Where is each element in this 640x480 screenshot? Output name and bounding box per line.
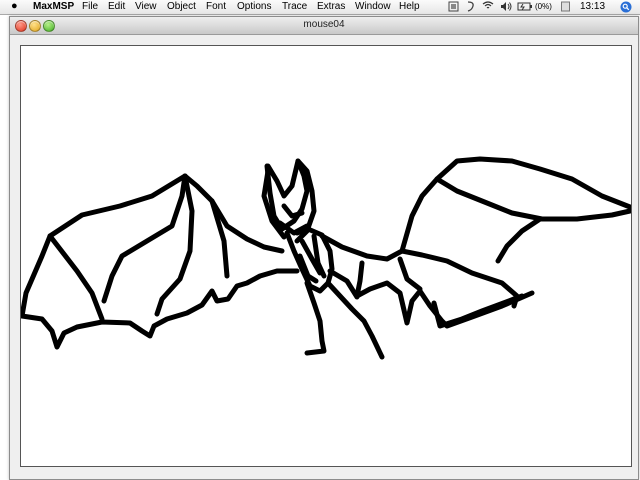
menu-extras[interactable]: Extras xyxy=(317,1,345,13)
patcher-window: mouse04 xyxy=(9,16,639,480)
menu-view[interactable]: View xyxy=(135,1,157,13)
drawing-canvas[interactable] xyxy=(20,45,632,467)
clock[interactable]: 13:13 xyxy=(580,1,605,13)
menu-trace[interactable]: Trace xyxy=(282,1,307,13)
right-wing-edge xyxy=(319,156,631,262)
window-icon[interactable] xyxy=(448,1,459,16)
right-wing-bone-4 xyxy=(397,256,423,292)
left-wing-bone-2 xyxy=(101,173,188,304)
menu-file[interactable]: File xyxy=(82,1,98,13)
menu-help[interactable]: Help xyxy=(399,1,420,13)
right-wing-lower-edge xyxy=(431,293,525,329)
left-wing-edge xyxy=(21,173,285,319)
right-wing-bottom xyxy=(354,260,535,329)
left-wing-bone-3 xyxy=(154,173,195,317)
left-leg xyxy=(304,280,327,356)
menu-edit[interactable]: Edit xyxy=(108,1,125,13)
left-wing-bone-1 xyxy=(47,233,105,322)
title-bar[interactable]: mouse04 xyxy=(10,17,638,35)
menu-bar:  ● MaxMSP File Edit View Object Font Op… xyxy=(0,0,640,15)
battery-percent: (0%) xyxy=(535,2,552,11)
menu-window[interactable]: Window xyxy=(355,1,391,13)
battery-icon[interactable] xyxy=(517,1,533,16)
right-wing-bone-3 xyxy=(495,216,543,264)
input-menu-icon[interactable] xyxy=(561,1,570,16)
volume-icon[interactable] xyxy=(500,1,513,16)
spotlight-icon[interactable] xyxy=(620,1,632,17)
right-wing-bone-2 xyxy=(434,176,631,222)
menu-font[interactable]: Font xyxy=(206,1,226,13)
apple-logo-icon[interactable]: ● xyxy=(11,0,18,12)
app-menu[interactable]: MaxMSP xyxy=(33,1,74,13)
bluetooth-icon[interactable] xyxy=(482,1,494,16)
script-icon[interactable] xyxy=(466,1,476,16)
bat-drawing xyxy=(21,156,631,360)
menu-options[interactable]: Options xyxy=(237,1,271,13)
menu-object[interactable]: Object xyxy=(167,1,196,13)
window-title: mouse04 xyxy=(303,19,345,30)
